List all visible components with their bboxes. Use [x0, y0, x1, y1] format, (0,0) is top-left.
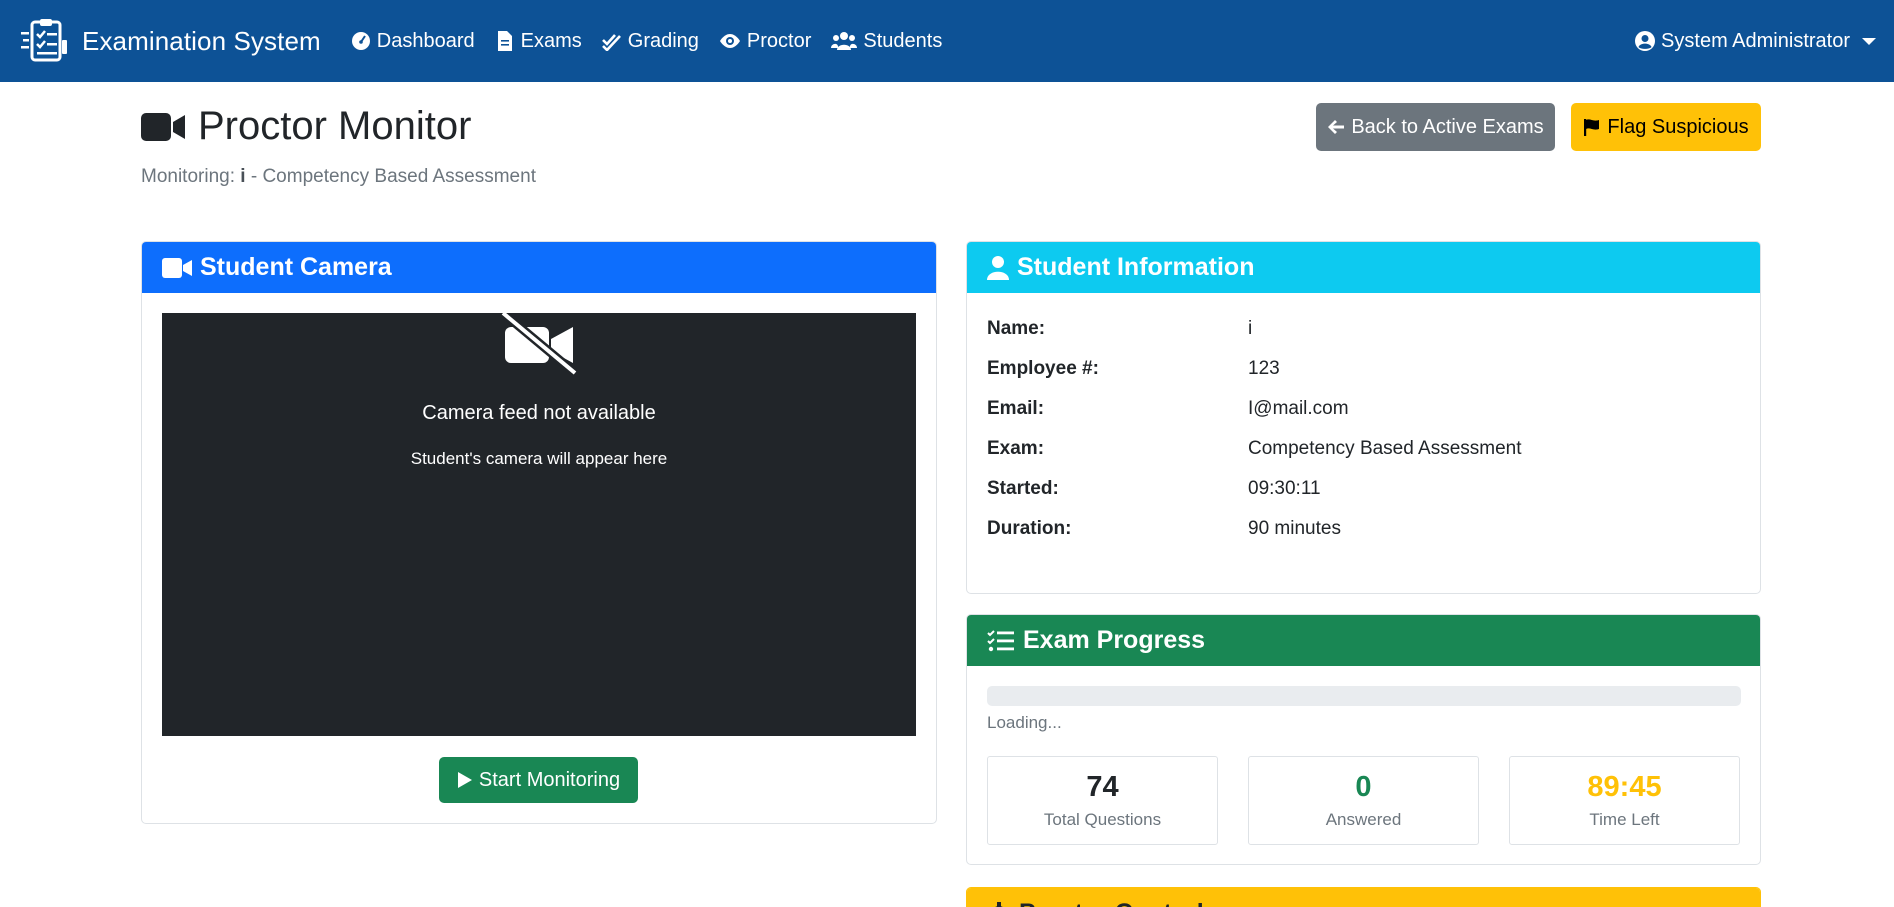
stat-value: 89:45: [1587, 771, 1662, 803]
info-row-email: Email: I@mail.com: [987, 398, 1349, 420]
page-title-text: Proctor Monitor: [198, 104, 472, 148]
start-monitoring-button[interactable]: Start Monitoring: [439, 757, 638, 803]
stat-value: 74: [1086, 771, 1119, 803]
info-value: 123: [1248, 358, 1280, 379]
monitoring-student: i: [240, 166, 246, 187]
arrow-left-icon: [1328, 120, 1345, 134]
exam-progress-title: Exam Progress: [1023, 626, 1206, 654]
monitoring-subtitle: Monitoring: i - Competency Based Assessm…: [141, 166, 536, 188]
info-row-duration: Duration: 90 minutes: [987, 518, 1341, 540]
info-label: Email:: [987, 398, 1045, 419]
user-icon: [987, 255, 1009, 280]
nav-exams-label: Exams: [520, 29, 582, 52]
file-icon: [497, 31, 512, 51]
student-information-header: Student Information: [967, 242, 1760, 293]
caret-down-icon: [1862, 37, 1876, 45]
flag-suspicious-button[interactable]: Flag Suspicious: [1571, 103, 1761, 151]
proctor-controls-header: Proctor Controls: [967, 888, 1760, 907]
stat-label: Answered: [1325, 810, 1402, 829]
flag-button-label: Flag Suspicious: [1607, 115, 1749, 138]
monitoring-exam: - Competency Based Assessment: [250, 166, 536, 187]
info-value: i: [1248, 318, 1253, 339]
tasks-list-icon: [987, 629, 1014, 651]
student-camera-card: Student Camera Camera feed not available…: [141, 241, 937, 824]
proctor-controls-card: Proctor Controls: [966, 887, 1761, 907]
info-row-exam: Exam: Competency Based Assessment: [987, 438, 1522, 460]
stat-label: Total Questions: [1043, 810, 1162, 829]
student-information-title: Student Information: [1017, 253, 1255, 281]
nav-grading-label: Grading: [627, 29, 699, 52]
info-row-name: Name: i: [987, 318, 1252, 340]
top-navbar: Examination System Dashboard Exams Gradi…: [0, 0, 1894, 82]
info-row-started: Started: 09:30:11: [987, 478, 1321, 500]
info-row-employee: Employee #: 123: [987, 358, 1280, 380]
camera-feed-subtitle: Student's camera will appear here: [410, 449, 668, 468]
video-camera-icon: [141, 112, 185, 141]
video-camera-icon: [162, 257, 192, 278]
info-label: Exam:: [987, 438, 1045, 459]
stat-value: 0: [1355, 771, 1372, 803]
student-camera-title: Student Camera: [200, 253, 392, 281]
stat-total-questions: 74 Total Questions: [987, 756, 1218, 845]
nav-dashboard[interactable]: Dashboard: [351, 30, 475, 53]
nav-grading[interactable]: Grading: [601, 29, 699, 53]
progress-bar: [987, 686, 1741, 706]
info-label: Started:: [987, 478, 1059, 499]
info-value: 90 minutes: [1248, 518, 1341, 539]
gauge-icon: [351, 32, 370, 50]
student-information-card: Student Information Name: i Employee #: …: [966, 241, 1761, 594]
brand[interactable]: Examination System: [20, 18, 321, 64]
camera-feed: Camera feed not available Student's came…: [162, 309, 916, 736]
eye-icon: [719, 34, 740, 48]
monitoring-prefix: Monitoring:: [141, 166, 235, 187]
flag-icon: [1584, 119, 1600, 136]
user-dropdown[interactable]: System Administrator: [1635, 0, 1876, 82]
info-label: Duration:: [987, 518, 1072, 539]
nav-students-label: Students: [863, 29, 943, 52]
info-value: 09:30:11: [1248, 478, 1321, 499]
user-name: System Administrator: [1661, 29, 1850, 52]
back-to-active-exams-button[interactable]: Back to Active Exams: [1316, 103, 1555, 151]
start-monitoring-label: Start Monitoring: [478, 768, 621, 791]
page-title: Proctor Monitor: [141, 104, 471, 149]
info-value: Competency Based Assessment: [1248, 438, 1522, 459]
nav-exams[interactable]: Exams: [495, 30, 582, 53]
nav-proctor-label: Proctor: [746, 29, 812, 52]
nav-students[interactable]: Students: [831, 30, 942, 53]
user-circle-icon: [1635, 31, 1656, 51]
users-icon: [831, 32, 858, 50]
proctor-controls-title: Proctor Controls: [1019, 899, 1218, 907]
video-slash-icon: [500, 309, 578, 377]
exam-progress-header: Exam Progress: [967, 615, 1760, 666]
check-double-icon: [601, 34, 621, 51]
info-label: Employee #:: [987, 358, 1099, 379]
brand-title: Examination System: [82, 25, 321, 56]
info-value: I@mail.com: [1248, 398, 1349, 419]
stat-time-left: 89:45 Time Left: [1509, 756, 1740, 845]
nav-dashboard-label: Dashboard: [376, 29, 475, 52]
exam-list-logo-icon: [21, 19, 67, 62]
back-button-label: Back to Active Exams: [1351, 115, 1544, 138]
exam-progress-card: Exam Progress Loading... 74 Total Questi…: [966, 614, 1761, 865]
progress-status: Loading...: [987, 713, 1062, 732]
play-icon: [457, 772, 472, 788]
info-label: Name:: [987, 318, 1046, 339]
stat-answered: 0 Answered: [1248, 756, 1479, 845]
camera-feed-title: Camera feed not available: [422, 402, 656, 424]
student-camera-header: Student Camera: [142, 242, 936, 293]
nav-proctor[interactable]: Proctor: [719, 30, 811, 53]
gear-icon: [994, 901, 1004, 907]
stat-label: Time Left: [1589, 810, 1660, 829]
